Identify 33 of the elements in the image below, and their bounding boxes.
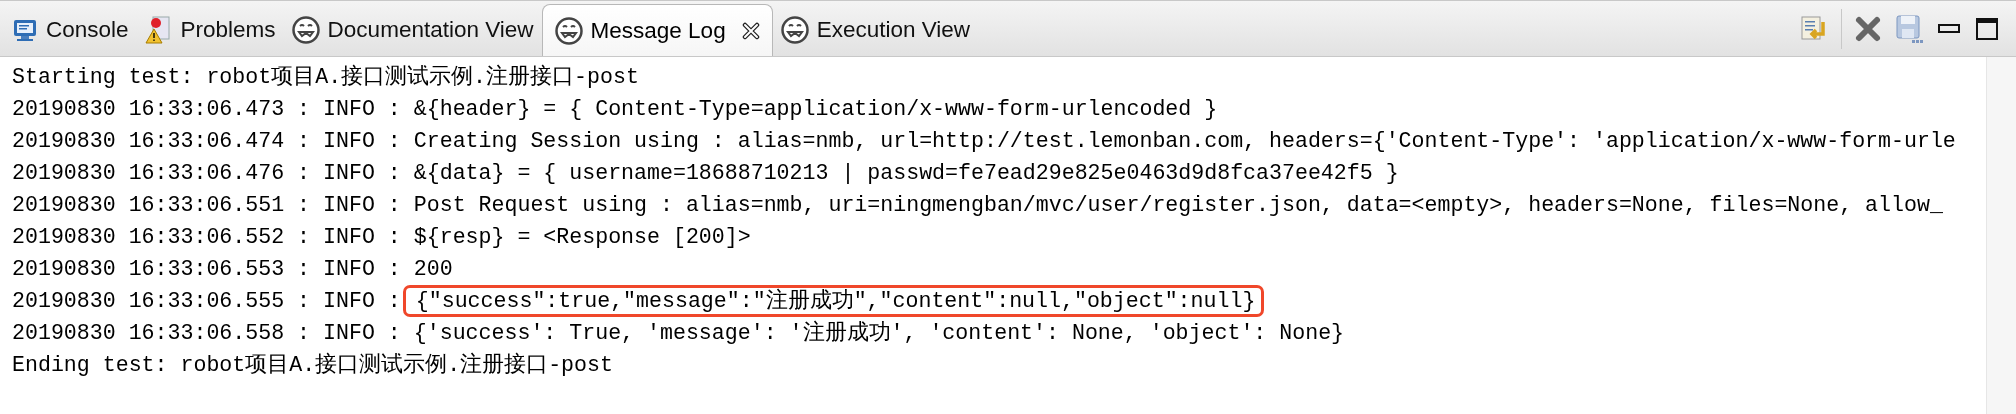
save-icon xyxy=(1894,13,1924,44)
monitor-icon xyxy=(12,17,38,43)
log-message: ${resp} = <Response [200]> xyxy=(413,224,751,251)
log-prefix: 20190830 16:33:06.551 : INFO : xyxy=(12,192,401,219)
log-prefix: 20190830 16:33:06.473 : INFO : xyxy=(12,96,401,123)
log-message: &{header} = { Content-Type=application/x-www-form-urlencoded } xyxy=(413,96,1218,123)
log-message: 200 xyxy=(413,256,453,283)
highlighted-message: {"success":true,"message":"注册成功","content":null,"object":null} xyxy=(402,285,1265,317)
robot-icon xyxy=(554,16,583,45)
warning-icon xyxy=(144,15,173,45)
log-prefix: 20190830 16:33:06.552 : INFO : xyxy=(12,224,401,251)
log-prefix: 20190830 16:33:06.555 : INFO : xyxy=(12,288,401,315)
log-prefix: 20190830 16:33:06.553 : INFO : xyxy=(12,256,401,283)
robot-icon xyxy=(780,16,809,44)
log-prefix: 20190830 16:33:06.476 : INFO : xyxy=(12,160,401,187)
tab[interactable]: Console xyxy=(4,4,137,56)
tab[interactable]: Message Log xyxy=(541,4,773,56)
log-prefix: 20190830 16:33:06.474 : INFO : xyxy=(12,128,401,155)
log-line: Starting test: robot项目A.接口测试示例.注册接口-post xyxy=(12,63,639,91)
maximize-icon[interactable] xyxy=(1974,15,2000,42)
close-icon[interactable] xyxy=(741,21,760,40)
log-message: Post Request using : alias=nmb, uri=ningmengban/mvc/user/register.json, data=<empty>, headers=None, files=None, allow_ xyxy=(413,192,1943,219)
log-message: Creating Session using : alias=nmb, url=http://test.lemonban.com, headers={'Content-Type': 'application/x-www-form-urle xyxy=(413,128,1956,155)
tab[interactable]: Execution View xyxy=(772,4,979,56)
tab[interactable]: Problems xyxy=(136,4,284,56)
log-prefix: 20190830 16:33:06.558 : INFO : xyxy=(12,320,401,347)
log-message: {'success': True, 'message': '注册成功', 'content': None, 'object': None} xyxy=(413,319,1345,347)
toolbar-separator xyxy=(1841,8,1842,49)
tab[interactable]: Documentation View xyxy=(283,4,542,56)
robot-icon xyxy=(291,16,320,44)
clear-icon[interactable] xyxy=(1854,14,1882,43)
log-line: Ending test: robot项目A.接口测试示例.注册接口-post xyxy=(12,351,613,379)
log-message: &{data} = { username=18688710213 | passwd=fe7ead29e825e0463d9d8fca37ee42f5 } xyxy=(413,160,1399,187)
